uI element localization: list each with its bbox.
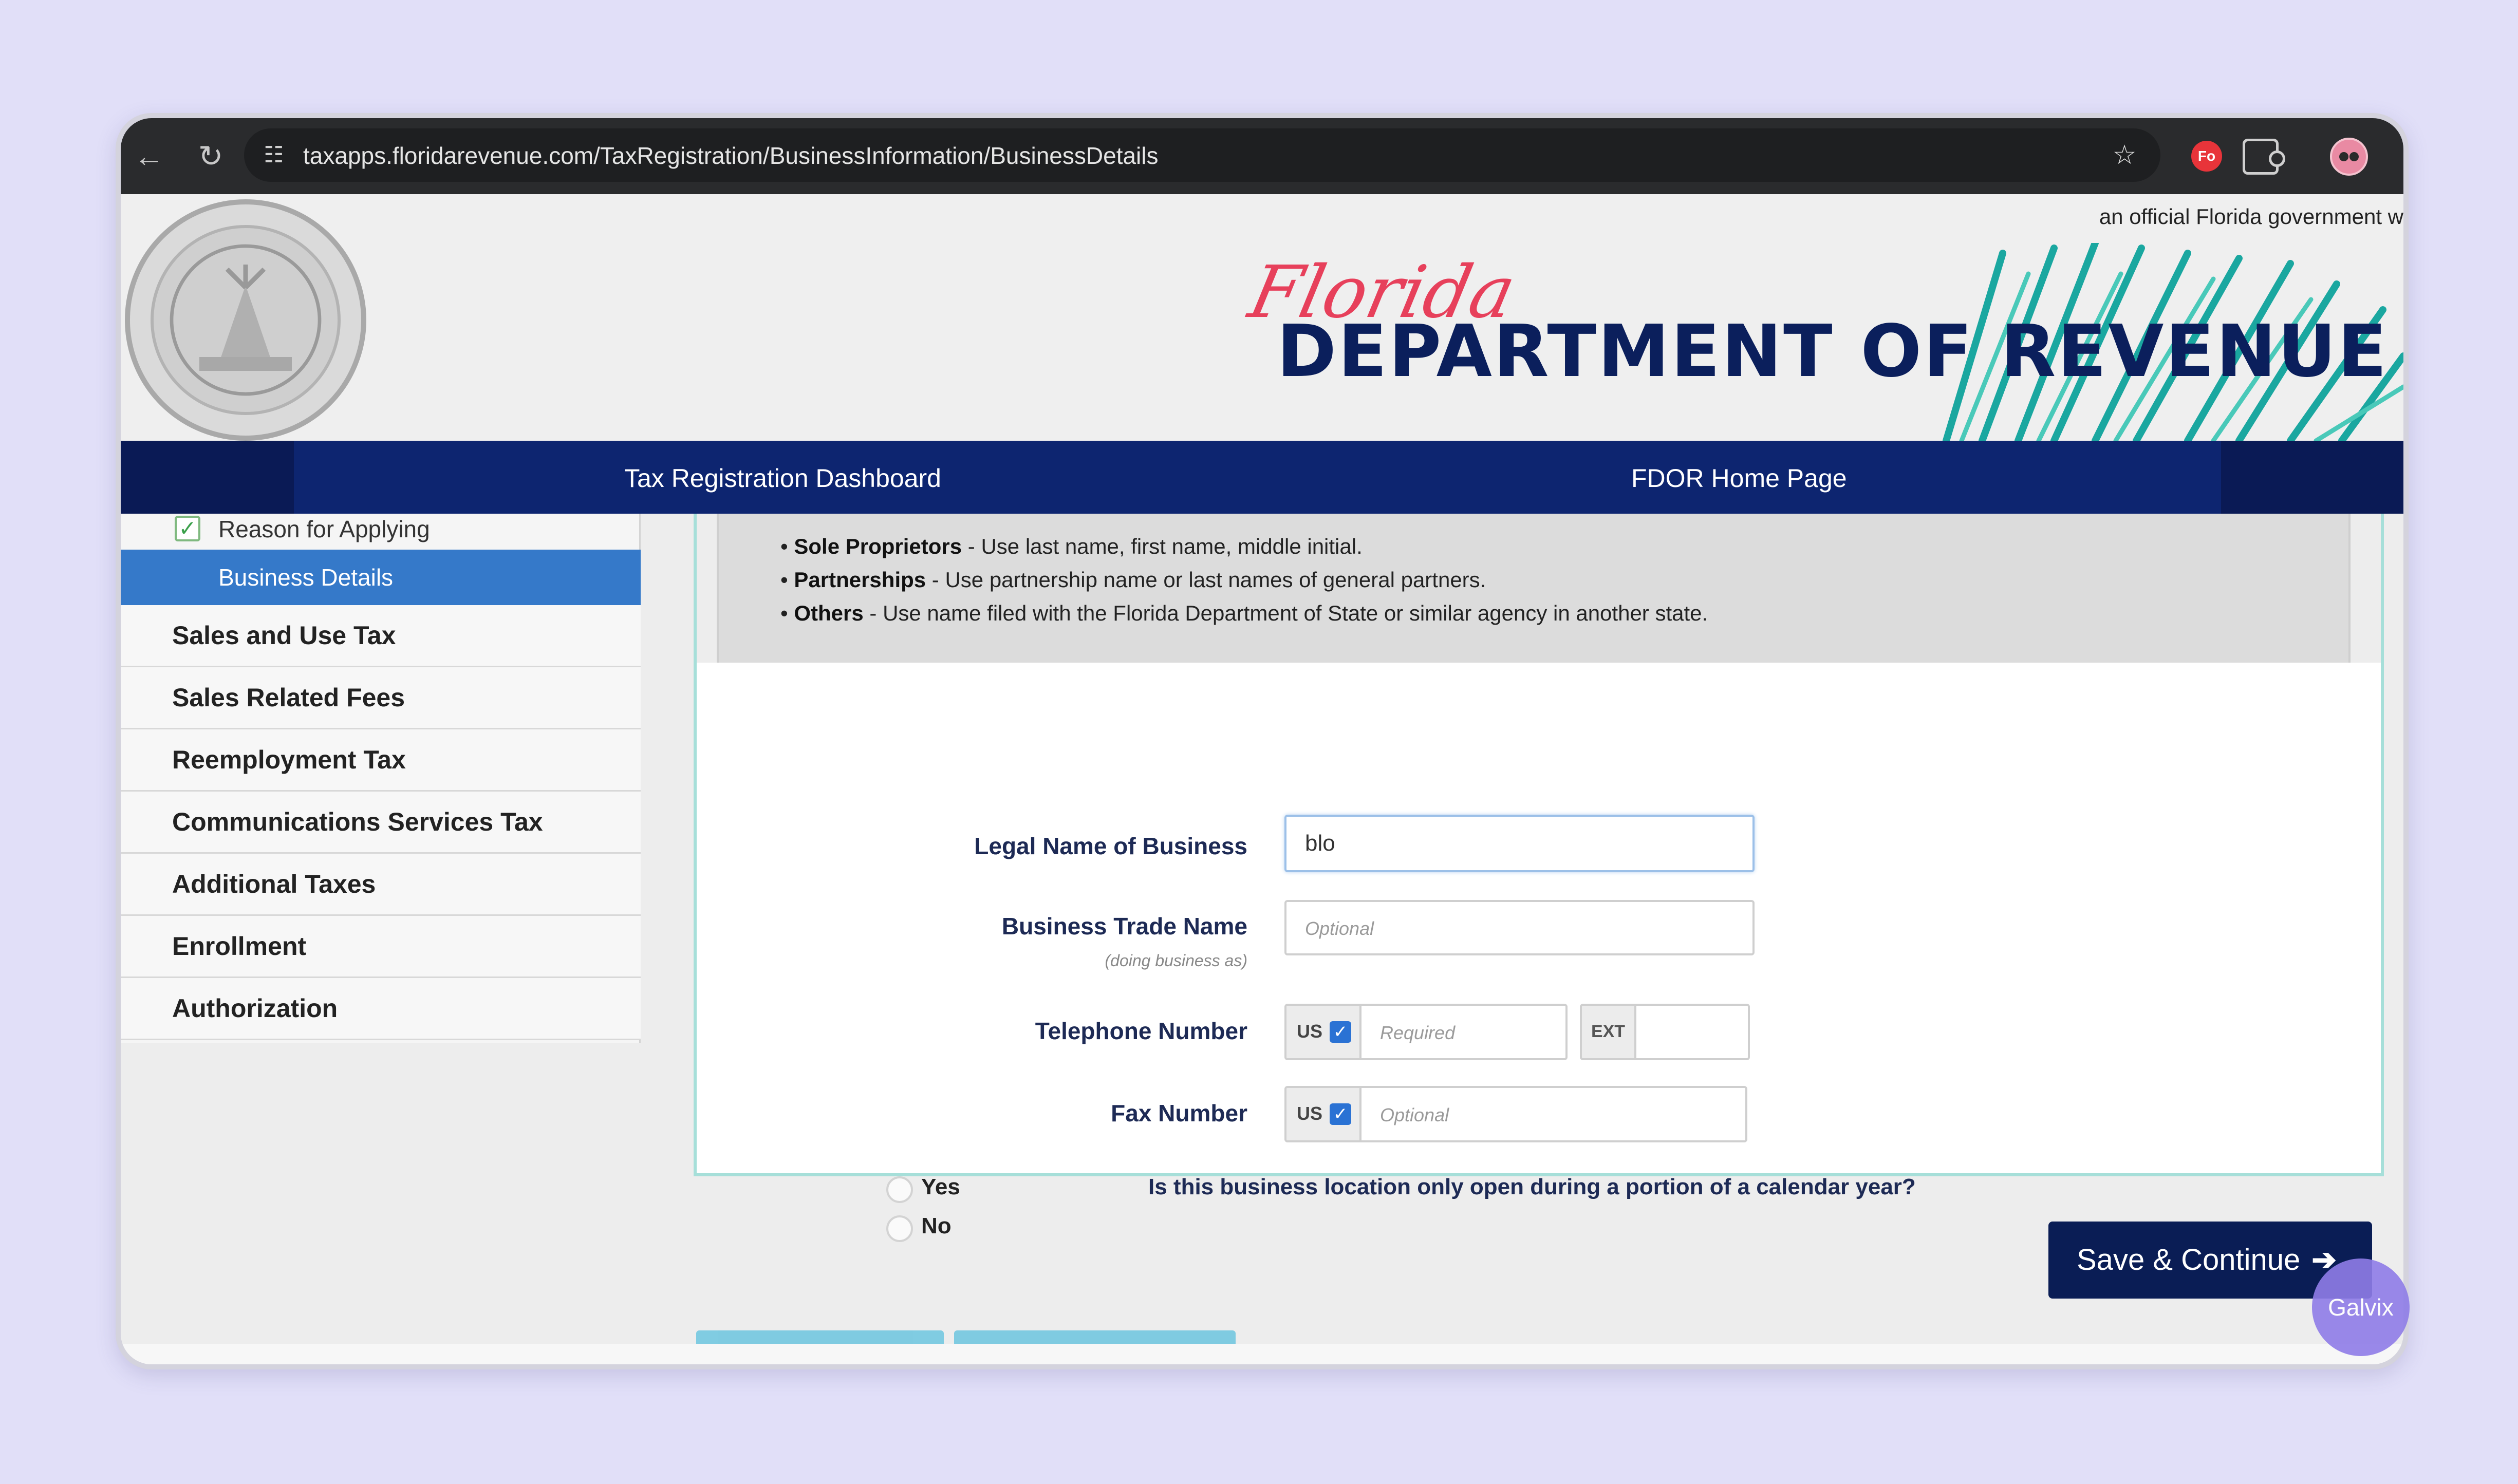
trade-name-sublabel: (doing business as) (1105, 951, 1247, 970)
reload-icon[interactable]: ↻ (193, 139, 229, 175)
fax-input[interactable] (1359, 1086, 1747, 1142)
back-icon[interactable]: ← (131, 139, 167, 175)
telephone-ext-input[interactable] (1634, 1004, 1750, 1060)
radio-no[interactable] (886, 1215, 913, 1242)
sidebar-item-authorization[interactable]: Authorization (121, 978, 641, 1040)
radio-yes-label: Yes (921, 1174, 960, 1199)
country-code: US (1297, 1021, 1323, 1042)
legal-name-input[interactable] (1284, 815, 1755, 872)
seasonal-question: Is this business location only open duri… (1148, 1174, 1916, 1199)
instruction-partnerships: • Partnerships - Use partnership name or… (780, 568, 1486, 592)
trade-name-input[interactable] (1284, 900, 1755, 955)
main-nav: Tax Registration Dashboard FDOR Home Pag… (121, 441, 2403, 514)
instruction-sole-proprietors: • Sole Proprietors - Use last name, firs… (780, 534, 1363, 558)
page-bottom-strip (121, 1344, 2403, 1364)
url-text: taxapps.floridarevenue.com/TaxRegistrati… (303, 142, 1159, 169)
legal-name-label: Legal Name of Business (974, 833, 1247, 859)
trade-name-label: Business Trade Name (1001, 913, 1247, 940)
bookmark-star-icon[interactable]: ☆ (2109, 140, 2140, 171)
checkbox-checked-icon[interactable]: ✓ (1330, 1103, 1351, 1125)
site-header: an official Florida government w Florida… (121, 194, 2403, 441)
name-instructions: • Sole Proprietors - Use last name, firs… (717, 514, 2351, 663)
profile-avatar[interactable] (2330, 138, 2368, 176)
sidebar-item-sales-fees[interactable]: Sales Related Fees (121, 667, 641, 729)
extension-icon[interactable]: Fo (2191, 141, 2222, 172)
sidebar-item-communications-tax[interactable]: Communications Services Tax (121, 792, 641, 854)
telephone-input[interactable] (1359, 1004, 1568, 1060)
sidebar-item-additional-taxes[interactable]: Additional Taxes (121, 854, 641, 916)
fax-country-toggle[interactable]: US ✓ (1284, 1086, 1361, 1142)
sidebar-item-reason[interactable]: ✓ Reason for Applying (121, 509, 641, 550)
radio-no-label: No (921, 1213, 952, 1238)
sidebar: ✓ Reason for Applying Business Details S… (121, 514, 641, 1043)
galvix-watermark-badge: Galvix (2312, 1258, 2410, 1356)
checkbox-checked-icon[interactable]: ✓ (1330, 1021, 1351, 1043)
sidebar-item-label: Reason for Applying (218, 516, 430, 542)
telephone-country-toggle[interactable]: US ✓ (1284, 1004, 1361, 1060)
sidebar-item-reemployment-tax[interactable]: Reemployment Tax (121, 729, 641, 792)
fax-label: Fax Number (1111, 1100, 1247, 1126)
address-bar[interactable]: ☷ taxapps.floridarevenue.com/TaxRegistra… (244, 128, 2160, 182)
official-gov-notice: an official Florida government w (2099, 204, 2403, 229)
nav-link-dashboard[interactable]: Tax Registration Dashboard (624, 463, 941, 493)
sidebar-item-sales-use-tax[interactable]: Sales and Use Tax (121, 605, 641, 667)
instruction-others: • Others - Use name filed with the Flori… (780, 601, 1708, 625)
florida-seal-logo (125, 199, 366, 441)
nav-link-fdor-home[interactable]: FDOR Home Page (1631, 463, 1847, 493)
nav-right-block (2221, 441, 2403, 514)
country-code: US (1297, 1103, 1323, 1124)
sidebar-item-enrollment[interactable]: Enrollment (121, 916, 641, 978)
nav-left-block (121, 441, 294, 514)
sidebar-item-business-details[interactable]: Business Details (121, 550, 641, 605)
radio-yes[interactable] (886, 1176, 913, 1203)
checkmark-icon: ✓ (175, 516, 200, 541)
department-title: DEPARTMENT OF REVENUE (1277, 310, 2389, 393)
extensions-puzzle-icon[interactable] (2243, 139, 2285, 175)
ext-label: EXT (1580, 1004, 1636, 1060)
browser-window: ← ↻ ☷ taxapps.floridarevenue.com/TaxRegi… (116, 113, 2409, 1369)
telephone-label: Telephone Number (1035, 1018, 1247, 1044)
browser-toolbar: ← ↻ ☷ taxapps.floridarevenue.com/TaxRegi… (121, 118, 2403, 194)
site-settings-icon[interactable]: ☷ (259, 141, 288, 170)
